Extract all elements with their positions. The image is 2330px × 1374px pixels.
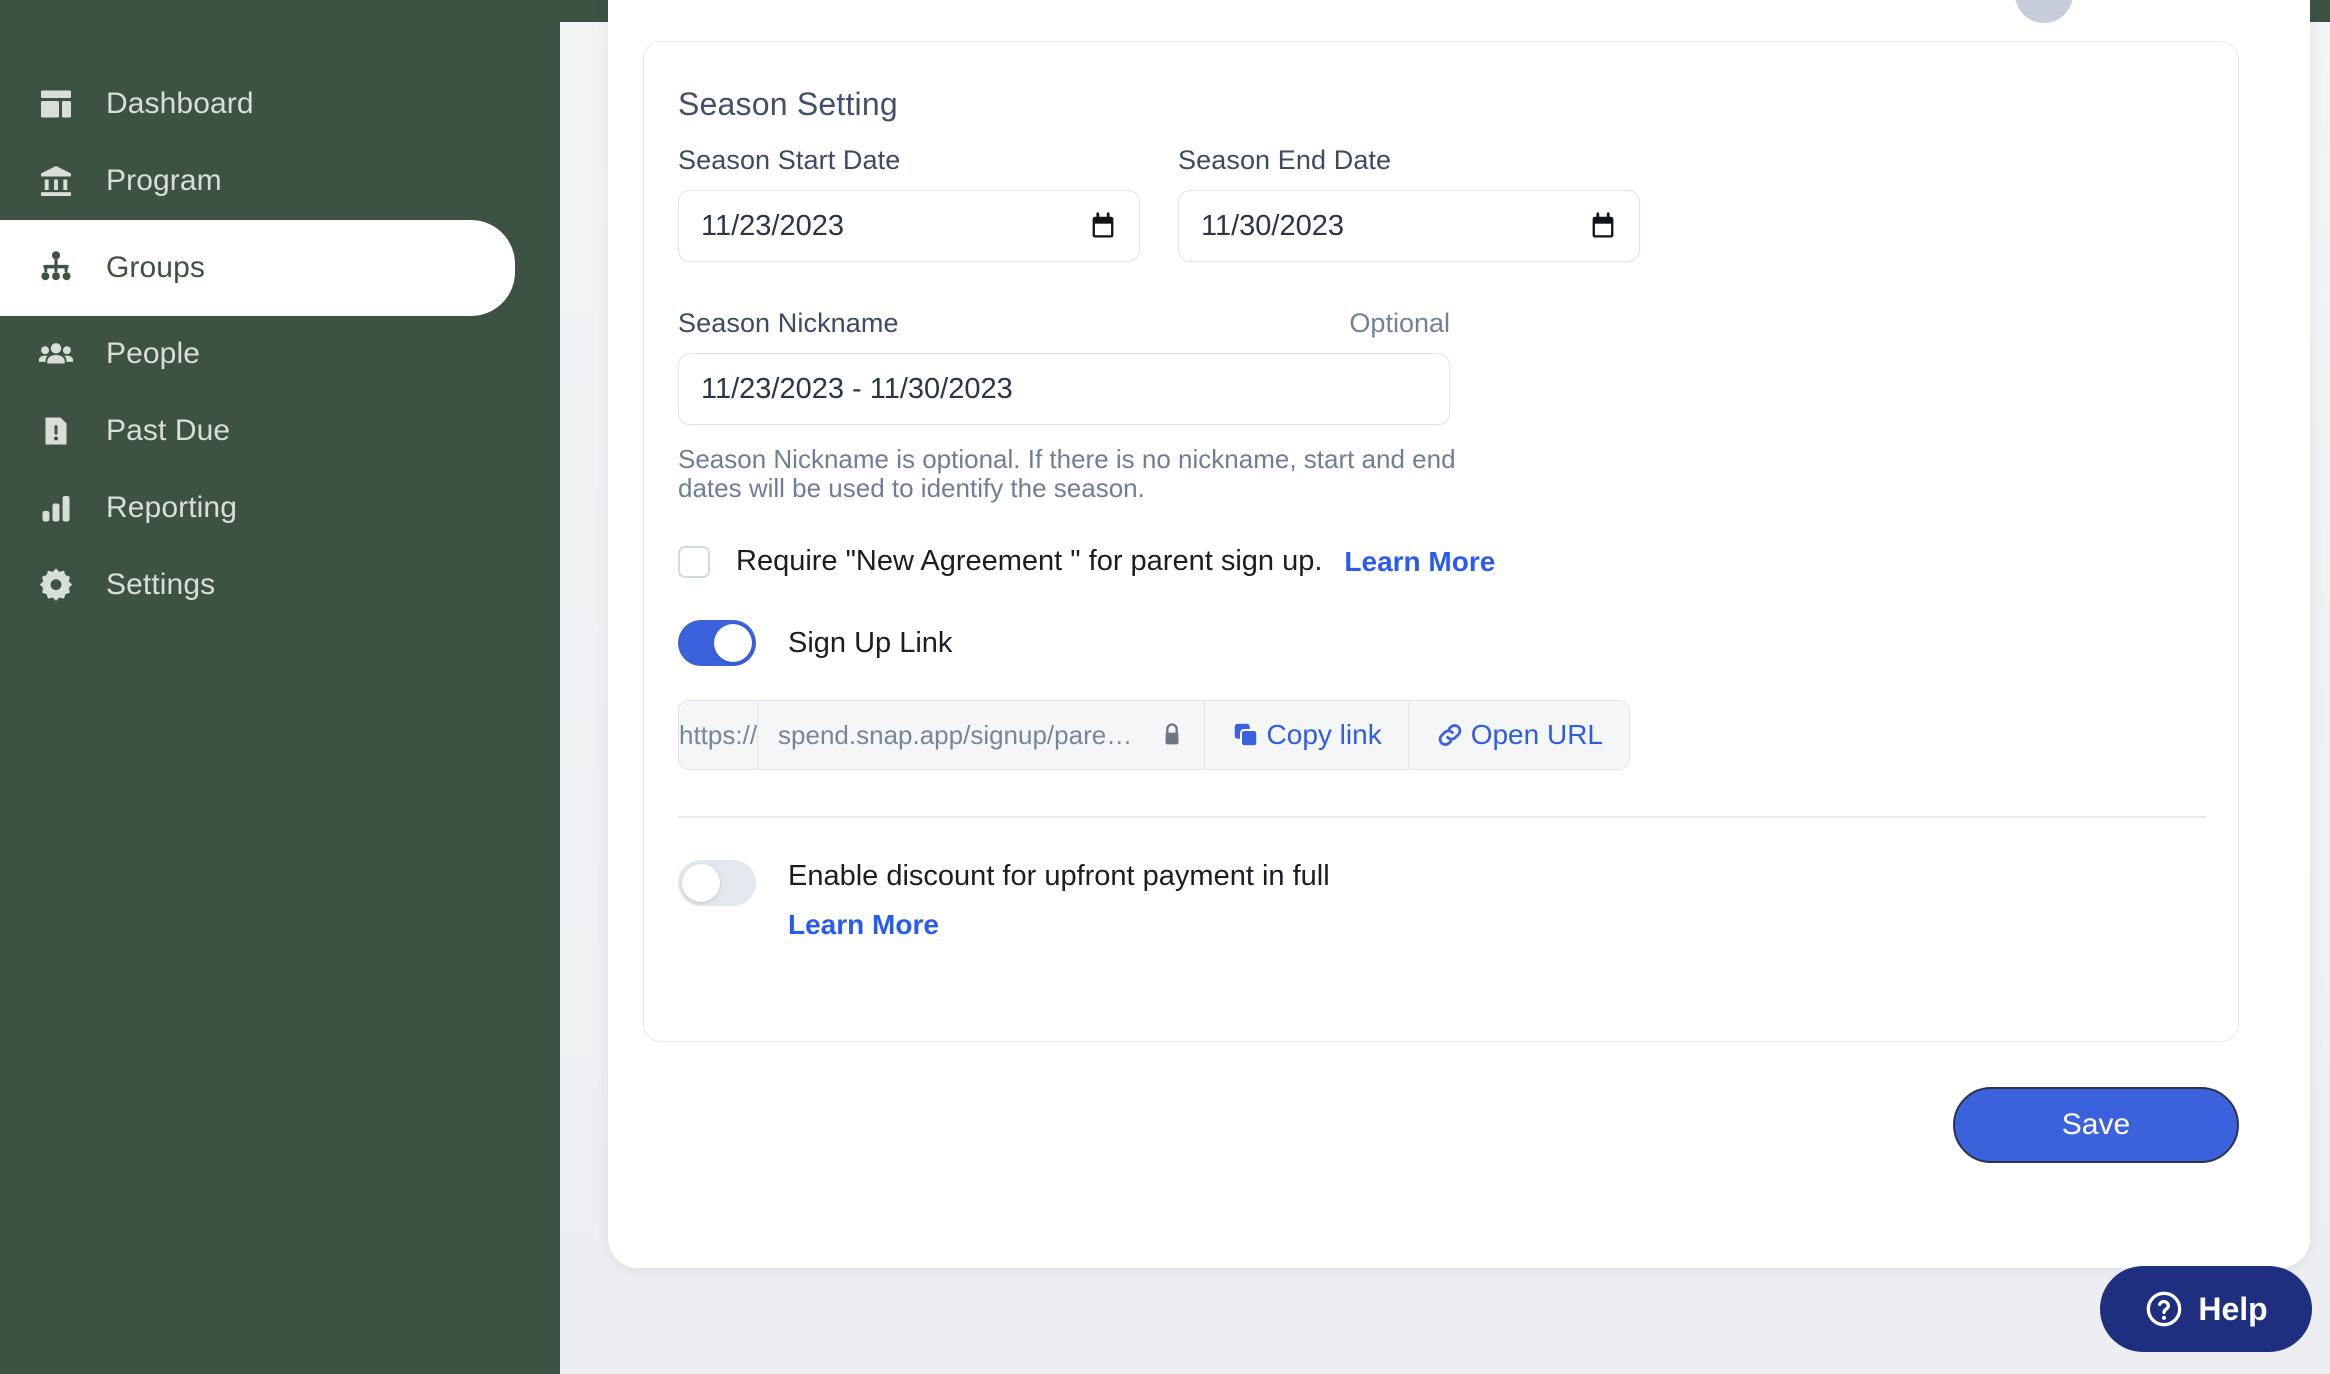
- sidebar-item-settings[interactable]: Settings: [0, 547, 560, 623]
- copy-link-label: Copy link: [1266, 719, 1382, 751]
- main-area: Season Setting Season Start Date 11/23/2…: [560, 0, 2330, 1374]
- save-button[interactable]: Save: [1953, 1087, 2239, 1163]
- question-mark-icon: [2144, 1289, 2184, 1329]
- sidebar-item-label: Dashboard: [106, 87, 254, 120]
- start-date-value: 11/23/2023: [701, 209, 844, 242]
- agreement-row: Require "New Agreement " for parent sign…: [678, 545, 2204, 578]
- nickname-label: Season Nickname: [678, 308, 899, 338]
- nickname-helper-text: Season Nickname is optional. If there is…: [678, 444, 1456, 504]
- signup-url-text: spend.snap.app/signup/parents/organizati…: [778, 719, 1143, 750]
- bank-icon: [30, 155, 82, 207]
- help-button[interactable]: Help: [2100, 1266, 2312, 1352]
- section-divider: [678, 816, 2206, 819]
- end-date-input[interactable]: 11/30/2023: [1178, 190, 1640, 262]
- season-setting-card: Season Setting Season Start Date 11/23/2…: [643, 41, 2239, 1042]
- groups-icon: [30, 242, 82, 294]
- copy-icon: [1231, 720, 1261, 750]
- sidebar-item-label: Settings: [106, 568, 216, 601]
- start-date-input[interactable]: 11/23/2023: [678, 190, 1140, 262]
- calendar-icon[interactable]: [1589, 211, 1617, 241]
- sidebar-item-label: Groups: [106, 251, 205, 284]
- end-date-value: 11/30/2023: [1201, 209, 1344, 242]
- signup-url-bar: https:// spend.snap.app/signup/parents/o…: [678, 700, 1630, 771]
- signup-link-label: Sign Up Link: [788, 626, 953, 659]
- agreement-learn-more-link[interactable]: Learn More: [1344, 546, 1495, 578]
- open-url-button[interactable]: Open URL: [1407, 701, 1629, 770]
- end-date-group: Season End Date 11/30/2023: [1178, 145, 1640, 262]
- copy-link-button[interactable]: Copy link: [1205, 701, 1408, 769]
- nickname-input[interactable]: 11/23/2023 - 11/30/2023: [678, 353, 1450, 425]
- sidebar-item-people[interactable]: People: [0, 316, 560, 392]
- signup-url-field[interactable]: spend.snap.app/signup/parents/organizati…: [758, 701, 1205, 770]
- calendar-icon[interactable]: [1089, 211, 1117, 241]
- signup-link-toggle-row: Sign Up Link: [678, 620, 2204, 667]
- signup-link-toggle[interactable]: [678, 620, 756, 667]
- discount-label: Enable discount for upfront payment in f…: [788, 860, 1330, 893]
- alert-icon: [30, 405, 82, 457]
- link-icon: [1435, 720, 1465, 750]
- content-panel: Season Setting Season Start Date 11/23/2…: [608, 0, 2310, 1268]
- sidebar-item-label: Program: [106, 164, 222, 197]
- discount-toggle[interactable]: [678, 860, 756, 907]
- gear-icon: [30, 559, 82, 611]
- toggle-knob: [682, 864, 720, 903]
- nickname-value: 11/23/2023 - 11/30/2023: [701, 372, 1013, 405]
- optional-badge: Optional: [1349, 308, 1450, 338]
- agreement-label: Require "New Agreement " for parent sign…: [736, 545, 1323, 578]
- sidebar-item-dashboard[interactable]: Dashboard: [0, 66, 560, 142]
- url-scheme: https://: [679, 701, 759, 770]
- discount-row: Enable discount for upfront payment in f…: [678, 860, 2204, 941]
- agreement-checkbox[interactable]: [678, 545, 710, 578]
- start-date-label: Season Start Date: [678, 145, 901, 175]
- start-date-group: Season Start Date 11/23/2023: [678, 145, 1140, 262]
- sidebar-item-groups[interactable]: Groups: [0, 220, 515, 316]
- sidebar-item-label: Past Due: [106, 414, 231, 447]
- open-url-label: Open URL: [1470, 719, 1603, 751]
- discount-learn-more-link[interactable]: Learn More: [788, 909, 939, 941]
- lock-icon: [1160, 721, 1184, 749]
- page-title: Season Setting: [678, 86, 898, 122]
- date-row: Season Start Date 11/23/2023 Season End …: [678, 145, 2204, 262]
- bar-chart-icon: [30, 482, 82, 534]
- help-label: Help: [2198, 1290, 2268, 1327]
- sidebar-item-label: Reporting: [106, 491, 237, 524]
- nickname-header: Season Nickname Optional: [678, 308, 1450, 339]
- sidebar-item-reporting[interactable]: Reporting: [0, 470, 560, 546]
- sidebar-item-program[interactable]: Program: [0, 143, 560, 219]
- sidebar-item-label: People: [106, 337, 201, 370]
- discount-text-block: Enable discount for upfront payment in f…: [788, 860, 1330, 941]
- sidebar: Dashboard Program Groups People Past Due…: [0, 0, 560, 1374]
- sidebar-item-past-due[interactable]: Past Due: [0, 393, 560, 469]
- dashboard-icon: [30, 78, 82, 130]
- toggle-knob: [714, 624, 752, 663]
- end-date-label: Season End Date: [1178, 145, 1392, 175]
- save-button-row: Save: [643, 1087, 2239, 1163]
- app-root: Dashboard Program Groups People Past Due…: [0, 0, 2330, 1374]
- people-icon: [30, 328, 82, 380]
